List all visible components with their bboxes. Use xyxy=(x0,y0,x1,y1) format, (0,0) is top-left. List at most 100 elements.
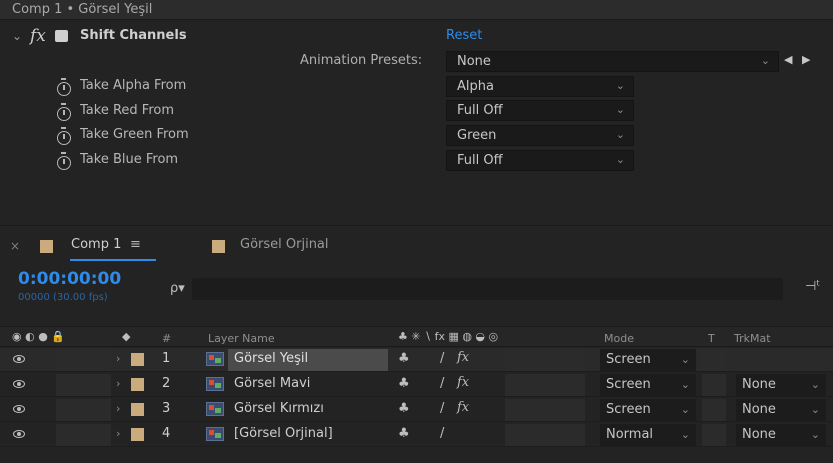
expand-chevron-icon[interactable]: › xyxy=(116,377,120,390)
expand-chevron-icon[interactable]: › xyxy=(116,402,120,415)
layer-label-color[interactable] xyxy=(131,403,144,416)
fx-icon[interactable]: fx xyxy=(457,350,469,365)
layer-name[interactable]: Görsel Kırmızı xyxy=(234,401,324,416)
stopwatch-icon[interactable] xyxy=(57,103,71,121)
take-blue-dropdown[interactable]: Full Off ⌄ xyxy=(446,150,634,171)
trkmat-dropdown[interactable]: None ⌄ xyxy=(736,374,826,396)
fx-icon[interactable]: fx xyxy=(457,375,469,390)
visibility-eye-icon[interactable] xyxy=(13,380,25,388)
t-cell[interactable] xyxy=(702,424,726,446)
search-icon[interactable]: ρ▾ xyxy=(170,281,185,296)
mode-column-header[interactable]: Mode xyxy=(604,332,634,345)
layer-row[interactable]: › 1 Görsel Yeşil ♣ / fx Screen ⌄ xyxy=(0,348,833,372)
quality-icon[interactable]: / xyxy=(440,351,444,366)
stopwatch-icon[interactable] xyxy=(57,78,71,96)
stopwatch-icon[interactable] xyxy=(57,127,71,145)
shy-icon[interactable]: ♣ xyxy=(398,351,410,366)
visibility-eye-icon[interactable] xyxy=(13,430,25,438)
take-green-dropdown[interactable]: Green ⌄ xyxy=(446,125,634,146)
comp-flowchart-icon[interactable]: ⊣ᵗ xyxy=(805,279,820,294)
comp-color-swatch xyxy=(212,240,225,253)
timeline-panel: × Comp 1 ≡ Görsel Orjinal 0:00:00:00 000… xyxy=(0,225,833,463)
layer-number: 3 xyxy=(162,401,171,416)
chevron-down-icon: ⌄ xyxy=(810,428,820,441)
t-cell[interactable] xyxy=(702,349,726,371)
mode-dropdown[interactable]: Screen ⌄ xyxy=(600,374,696,396)
layer-label-color[interactable] xyxy=(131,353,144,366)
panel-menu-icon[interactable]: ≡ xyxy=(130,237,141,252)
layer-name[interactable]: [Görsel Orjinal] xyxy=(234,426,333,441)
effect-controls-title: Comp 1 • Görsel Yeşil xyxy=(12,2,153,17)
t-cell[interactable] xyxy=(702,399,726,421)
search-input[interactable] xyxy=(192,278,783,300)
next-preset-icon[interactable]: ▶ xyxy=(802,53,810,66)
timecode[interactable]: 0:00:00:00 xyxy=(18,269,121,289)
layer-number: 1 xyxy=(162,351,171,366)
frame-info: 00000 (30.00 fps) xyxy=(18,292,108,303)
switches-column-icons[interactable]: ♣ ✳ ∖ fx ▦ ◍ ◒ ◎ xyxy=(398,330,498,343)
fx-icon[interactable]: fx xyxy=(457,400,469,415)
close-tab-icon[interactable]: × xyxy=(10,239,20,253)
prev-preset-icon[interactable]: ◀ xyxy=(784,53,792,66)
stopwatch-icon[interactable] xyxy=(57,152,71,170)
trkmat-dropdown[interactable]: None ⌄ xyxy=(736,399,826,421)
layer-label-color[interactable] xyxy=(131,428,144,441)
layer-label-color[interactable] xyxy=(131,378,144,391)
animation-presets-dropdown[interactable]: None ⌄ xyxy=(446,51,779,72)
t-cell[interactable] xyxy=(702,374,726,396)
take-green-value: Green xyxy=(457,128,497,143)
expand-chevron-icon[interactable]: › xyxy=(116,352,120,365)
tab-comp1[interactable]: Comp 1 xyxy=(71,237,121,252)
shy-icon[interactable]: ♣ xyxy=(398,376,410,391)
chevron-down-icon: ⌄ xyxy=(810,378,820,391)
chevron-down-icon: ⌄ xyxy=(810,403,820,416)
layer-name[interactable]: Görsel Mavi xyxy=(234,376,310,391)
shy-icon[interactable]: ♣ xyxy=(398,401,410,416)
chevron-down-icon: ⌄ xyxy=(615,153,625,166)
layer-name-column-header[interactable]: Layer Name xyxy=(208,332,275,345)
hash-column-header[interactable]: # xyxy=(162,332,171,345)
visibility-eye-icon[interactable] xyxy=(13,355,25,363)
animation-presets-label: Animation Presets: xyxy=(300,53,423,68)
shy-icon[interactable]: ♣ xyxy=(398,426,410,441)
take-alpha-value: Alpha xyxy=(457,79,494,94)
layer-row[interactable]: › 2 Görsel Mavi ♣ / fx Screen ⌄ None ⌄ xyxy=(0,373,833,397)
chevron-down-icon: ⌄ xyxy=(615,79,625,92)
take-red-dropdown[interactable]: Full Off ⌄ xyxy=(446,100,634,121)
tab-gorsel-orjinal[interactable]: Görsel Orjinal xyxy=(240,237,329,252)
layer-row[interactable]: › 4 [Görsel Orjinal] ♣ / Normal ⌄ None ⌄ xyxy=(0,423,833,447)
switch-cells xyxy=(505,424,585,446)
property-label-red: Take Red From xyxy=(80,103,174,118)
expand-chevron-icon[interactable]: › xyxy=(116,427,120,440)
property-label-alpha: Take Alpha From xyxy=(80,78,187,93)
mode-dropdown[interactable]: Screen ⌄ xyxy=(600,349,696,371)
effect-controls-panel: Comp 1 • Görsel Yeşil ⌄ fx Shift Channel… xyxy=(0,0,833,225)
quality-icon[interactable]: / xyxy=(440,401,444,416)
reset-link[interactable]: Reset xyxy=(446,28,482,43)
layer-source-icon xyxy=(206,402,224,416)
chevron-down-icon: ⌄ xyxy=(680,378,690,391)
chevron-down-icon: ⌄ xyxy=(615,103,625,116)
trkmat-column-header[interactable]: TrkMat xyxy=(734,332,771,345)
collapse-chevron-icon[interactable]: ⌄ xyxy=(12,29,22,43)
effect-name: Shift Channels xyxy=(80,28,187,43)
quality-icon[interactable]: / xyxy=(440,426,444,441)
chevron-down-icon: ⌄ xyxy=(680,403,690,416)
visibility-eye-icon[interactable] xyxy=(13,405,25,413)
take-alpha-dropdown[interactable]: Alpha ⌄ xyxy=(446,76,634,97)
layer-source-icon xyxy=(206,377,224,391)
layer-name[interactable]: Görsel Yeşil xyxy=(234,351,308,366)
mode-dropdown[interactable]: Normal ⌄ xyxy=(600,424,696,446)
preset-icon xyxy=(55,30,68,42)
av-switches-icons[interactable]: ◉ ◐ ● 🔒 xyxy=(12,330,65,343)
mode-dropdown[interactable]: Screen ⌄ xyxy=(600,399,696,421)
trkmat-value: None xyxy=(742,427,776,442)
label-column-icon[interactable]: ◆ xyxy=(122,330,130,343)
trkmat-dropdown[interactable]: None ⌄ xyxy=(736,424,826,446)
fx-icon[interactable]: fx xyxy=(30,26,46,46)
layer-row[interactable]: › 3 Görsel Kırmızı ♣ / fx Screen ⌄ None … xyxy=(0,398,833,422)
quality-icon[interactable]: / xyxy=(440,376,444,391)
layer-number: 2 xyxy=(162,376,171,391)
layer-source-icon xyxy=(206,427,224,441)
t-column-header[interactable]: T xyxy=(708,332,715,345)
